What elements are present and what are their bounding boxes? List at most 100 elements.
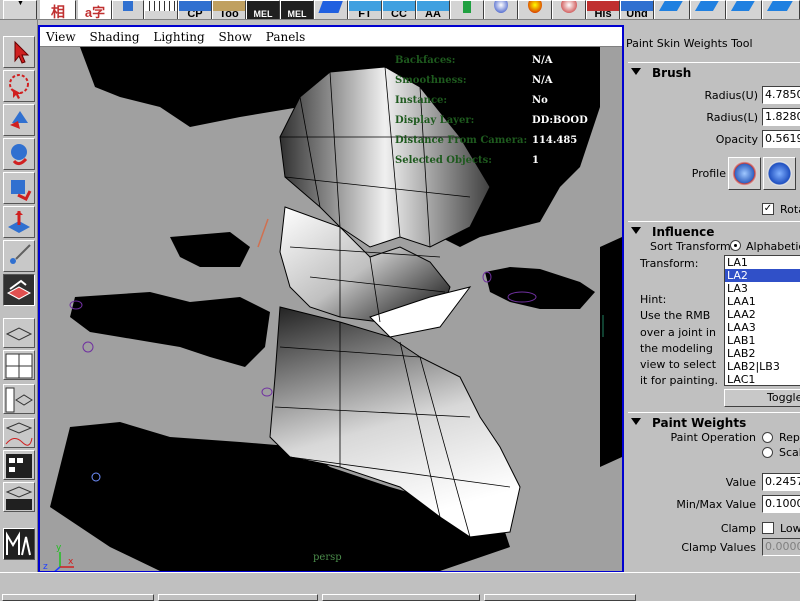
list-item[interactable]: LA1 <box>725 256 800 269</box>
menu-shading[interactable]: Shading <box>90 30 140 44</box>
undo-shelf-button[interactable]: Und <box>620 0 654 19</box>
gaussian-profile-icon[interactable] <box>728 157 761 190</box>
history-shelf-button[interactable]: His <box>586 0 620 19</box>
rotate-label: Rota <box>780 203 800 216</box>
menu-show[interactable]: Show <box>219 30 252 44</box>
outliner-layout-icon[interactable] <box>3 384 35 414</box>
four-pane-layout-icon[interactable] <box>3 350 35 380</box>
rotate-tool-icon[interactable] <box>3 172 35 204</box>
pin-icon[interactable] <box>112 0 144 19</box>
aa-shelf-button[interactable]: AA <box>416 0 450 19</box>
menu-lighting[interactable]: Lighting <box>153 30 204 44</box>
clamp-values-label: Clamp Values <box>681 541 756 554</box>
hud-row-selected: Selected Objects: 1 <box>395 151 588 171</box>
collapse-triangle-icon <box>631 418 641 425</box>
hud-key: Display Layer: <box>395 115 475 126</box>
plane-icon[interactable] <box>654 0 690 19</box>
list-item[interactable]: LAA2 <box>725 308 800 321</box>
min-max-field[interactable]: 0.1000 <box>762 495 800 513</box>
hypershade-layout-icon[interactable] <box>3 450 35 480</box>
paint-operation-label: Paint Operation <box>670 431 756 444</box>
scale-radio[interactable] <box>762 447 773 458</box>
mel-script-icon[interactable]: MEL <box>246 0 280 19</box>
min-max-label: Min/Max Value <box>676 498 756 511</box>
lasso-tool-icon[interactable] <box>3 70 35 102</box>
paint-skin-weights-tool-icon[interactable] <box>3 274 35 306</box>
value-field[interactable]: 0.2457 <box>762 473 800 491</box>
shadow-right-low <box>600 237 622 467</box>
menu-panels[interactable]: Panels <box>266 30 306 44</box>
panel-title: Paint Skin Weights Tool <box>626 37 753 50</box>
red-sphere-icon[interactable] <box>552 0 586 19</box>
list-item[interactable]: LAB1 <box>725 334 800 347</box>
plane-icon-3[interactable] <box>726 0 762 19</box>
shelf-dropdown-button[interactable]: ▼ <box>3 0 37 19</box>
camera-label: persp <box>313 552 342 563</box>
sphere-icon[interactable] <box>484 0 518 19</box>
single-pane-layout-icon[interactable] <box>3 318 35 348</box>
list-item[interactable]: LAB2|LB3 <box>725 360 800 373</box>
paint-select-tool-icon[interactable] <box>3 104 35 136</box>
hint-line: view to select <box>640 358 717 372</box>
opacity-field[interactable]: 0.5619 <box>762 130 800 148</box>
replace-label: Rep <box>779 431 800 444</box>
render-layout-icon[interactable] <box>3 482 35 512</box>
mel-script-icon-2[interactable]: MEL <box>280 0 314 19</box>
ft-shelf-button[interactable]: FT <box>348 0 382 19</box>
menu-view[interactable]: View <box>46 30 76 44</box>
plane-icon-4[interactable] <box>762 0 800 19</box>
value-label: Value <box>725 476 756 489</box>
hud-key: Distance From Camera: <box>395 135 528 146</box>
move-tool-icon[interactable] <box>3 138 35 170</box>
cc-shelf-button[interactable]: CC <box>382 0 416 19</box>
paint-icon[interactable] <box>518 0 552 19</box>
clamp-values-field[interactable]: 0.0000 <box>762 538 800 556</box>
replace-radio[interactable] <box>762 432 773 443</box>
perspective-viewport[interactable]: View Shading Lighting Show Panels y x z … <box>38 25 624 573</box>
list-item[interactable]: LAA1 <box>725 295 800 308</box>
manipulator-tool-icon[interactable] <box>3 240 35 272</box>
toggle-hold-button[interactable]: Toggle <box>724 389 800 407</box>
sort-alphabetical-label: Alphabetica <box>746 240 800 253</box>
scale-tool-icon[interactable] <box>3 206 35 238</box>
kanji-icon[interactable]: 相 <box>40 0 76 19</box>
graph-layout-icon[interactable] <box>3 418 35 448</box>
opacity-label: Opacity <box>715 133 758 146</box>
radius-l-field[interactable]: 1.8280 <box>762 108 800 126</box>
maya-logo <box>3 528 35 560</box>
plane-icon-2[interactable] <box>690 0 726 19</box>
hud-key: Smoothness: <box>395 75 467 86</box>
paint-weights-section-header[interactable]: Paint Weights <box>628 412 800 432</box>
hud-value: 114.485 <box>532 135 578 146</box>
cp-shelf-button[interactable]: CP <box>178 0 212 19</box>
list-item[interactable]: LAB2 <box>725 347 800 360</box>
sort-alphabetical-radio[interactable] <box>730 240 741 251</box>
joint-icon[interactable] <box>450 0 484 19</box>
hud-value: N/A <box>532 55 553 66</box>
list-item-selected[interactable]: LA2 <box>725 269 800 282</box>
blue-shape-icon[interactable] <box>314 0 348 19</box>
sort-transforms-label: Sort Transforms <box>650 240 737 253</box>
hint-line: it for painting. <box>640 374 719 388</box>
hud-row-instance: Instance: No <box>395 91 588 111</box>
influence-section-header[interactable]: Influence <box>628 221 800 241</box>
toolbox <box>0 20 38 572</box>
kana-icon[interactable]: a字 <box>78 0 112 19</box>
soft-profile-icon[interactable] <box>763 157 796 190</box>
axis-y-label: y <box>56 543 62 553</box>
taskbar <box>0 572 800 601</box>
rotate-checkbox[interactable]: ✓ <box>762 203 774 215</box>
axis-x-label: x <box>68 557 74 567</box>
tool-settings-panel: Paint Skin Weights Tool Brush Radius(U) … <box>624 24 800 572</box>
transform-list[interactable]: LA1 LA2 LA3 LAA1 LAA2 LAA3 LAB1 LAB2 LAB… <box>724 255 800 386</box>
list-item[interactable]: LAC1 <box>725 373 800 385</box>
list-item[interactable]: LAA3 <box>725 321 800 334</box>
clamp-lower-checkbox[interactable] <box>762 522 774 534</box>
grid-icon[interactable] <box>144 0 178 19</box>
select-tool-icon[interactable] <box>3 36 35 68</box>
radius-u-field[interactable]: 4.7850 <box>762 86 800 104</box>
list-item[interactable]: LA3 <box>725 282 800 295</box>
hud-key: Backfaces: <box>395 55 456 66</box>
tool-shelf-button[interactable]: Too <box>212 0 246 19</box>
brush-section-header[interactable]: Brush <box>628 62 800 82</box>
